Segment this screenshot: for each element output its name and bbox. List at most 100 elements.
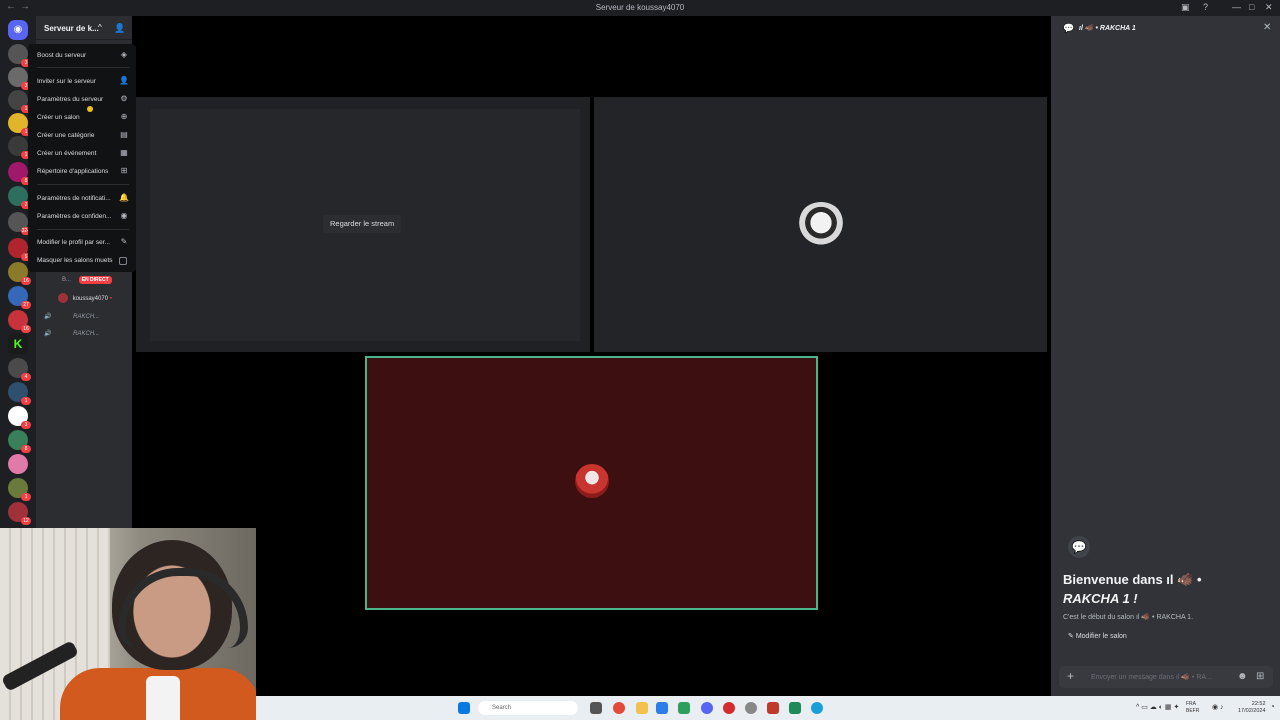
menu-item-boost[interactable]: Boost du serveur ◈ <box>37 49 129 63</box>
notification-icon[interactable]: ◔ <box>1270 702 1275 711</box>
server-header[interactable]: Serveur de k... ^ 👤 <box>36 16 132 40</box>
server-icon[interactable]: 1 <box>8 136 31 159</box>
mouse-cursor-icon <box>87 106 93 112</box>
taskbar-clock[interactable]: 22:52 17/02/2024 <box>1238 701 1266 715</box>
app-icon[interactable] <box>590 702 602 714</box>
menu-item-create-event[interactable]: Créer un événement ▦ <box>37 147 129 161</box>
close-chat-button[interactable]: ✕ <box>1263 22 1271 33</box>
tray-icons[interactable]: ^ ▭ ☁ ◐ ▦ ✦ <box>1136 703 1179 711</box>
menu-item-create-category[interactable]: Créer une catégorie ▤ <box>37 129 129 143</box>
taskbar-search[interactable]: Search <box>478 701 578 715</box>
menu-item-label: Créer un événement <box>37 150 97 157</box>
voice-user[interactable]: koussay4070 ▪ <box>58 293 112 303</box>
language-indicator[interactable]: FRA BEFR <box>1186 701 1199 715</box>
clock-date: 17/02/2024 <box>1238 708 1266 714</box>
menu-item-app-directory[interactable]: Répertoire d'applications ⊞ <box>37 165 129 179</box>
opera-icon[interactable] <box>723 702 735 714</box>
chrome-icon[interactable] <box>613 702 625 714</box>
plus-icon[interactable]: + <box>1067 669 1074 683</box>
menu-item-create-channel[interactable]: Créer un salon ⊕ <box>37 111 129 125</box>
server-icon[interactable]: 16 <box>8 262 31 285</box>
server-icon[interactable]: 3 <box>8 406 31 429</box>
network-sound-icons[interactable]: ◉ ♪ <box>1212 703 1224 711</box>
menu-item-label: Créer un salon <box>37 114 80 121</box>
server-icon[interactable]: 3 <box>8 67 31 90</box>
server-icon[interactable]: 3 <box>8 44 31 67</box>
avatar <box>58 293 68 303</box>
menu-item-server-settings[interactable]: Paramètres du serveur ⚙ <box>37 93 129 107</box>
unread-badge: 3 <box>21 421 31 429</box>
discord-home-icon[interactable]: ◉ <box>8 20 28 40</box>
message-input[interactable]: + Envoyer un message dans ıl 🐗 • RA... ☻… <box>1059 666 1273 688</box>
discord-icon[interactable] <box>701 702 713 714</box>
server-icon[interactable]: 1 <box>8 478 31 501</box>
voice-channel-name: RAKCH... <box>73 331 100 337</box>
server-icon[interactable] <box>8 454 28 474</box>
app-launcher-icon[interactable]: ⊞ <box>1256 671 1264 682</box>
server-icon[interactable]: 1 <box>8 113 31 136</box>
inbox-icon[interactable]: ▣ <box>1181 2 1190 13</box>
voice-channel-name: RAKCH... <box>73 314 100 320</box>
app-icon[interactable] <box>767 702 779 714</box>
watch-stream-button[interactable]: Regarder le stream <box>323 215 402 233</box>
voice-channel[interactable]: 🔊 RAKCH... <box>44 330 99 337</box>
menu-separator <box>37 67 129 68</box>
maximize-button[interactable]: □ <box>1249 2 1254 12</box>
voice-channel[interactable]: 🔊 RAKCH... <box>44 313 99 320</box>
close-window-button[interactable]: ✕ <box>1265 2 1273 13</box>
menu-item-label: Paramètres de confiden... <box>37 213 112 220</box>
app-icon[interactable] <box>789 702 801 714</box>
windows-start-icon[interactable] <box>458 702 470 714</box>
title-bar: ← → Serveur de koussay4070 ▣ ? — □ ✕ <box>0 0 1280 16</box>
emoji-icon[interactable]: ☻ <box>1237 671 1248 682</box>
unread-badge: 16 <box>21 325 31 333</box>
server-icon[interactable]: 5 <box>8 238 31 261</box>
menu-item-notification-settings[interactable]: Paramètres de notificati... 🔔 <box>37 192 129 206</box>
live-badge: EN DIRECT <box>78 276 112 284</box>
menu-separator <box>37 184 129 185</box>
unread-badge: 8 <box>21 445 31 453</box>
menu-item-label: Paramètres de notificati... <box>37 195 111 202</box>
windows-taskbar: Search ^ ▭ ☁ ◐ ▦ ✦ FRA BEFR ◉ ♪ 22:52 17… <box>256 696 1280 720</box>
menu-item-privacy-settings[interactable]: Paramètres de confiden... ◉ <box>37 210 129 224</box>
voice-user[interactable]: B... EN DIRECT <box>62 276 112 284</box>
server-icon[interactable]: 12 <box>8 502 31 525</box>
server-icon[interactable]: 16 <box>8 310 31 333</box>
server-icon[interactable]: 4 <box>8 358 31 381</box>
window-title: Serveur de koussay4070 <box>595 3 685 12</box>
help-icon[interactable]: ? <box>1203 2 1208 12</box>
server-icon[interactable]: 2 <box>8 186 31 209</box>
server-icon[interactable]: 1 <box>8 382 31 405</box>
calendar-plus-icon: ▦ <box>120 148 128 157</box>
edit-channel-label: Modifier le salon <box>1075 633 1127 640</box>
kick-server-icon[interactable]: K <box>8 334 28 354</box>
app-icon[interactable] <box>678 702 690 714</box>
minimize-button[interactable]: — <box>1232 2 1241 12</box>
server-icon[interactable]: 27 <box>8 286 31 309</box>
edit-channel-button[interactable]: ✎ Modifier le salon <box>1068 632 1127 640</box>
unread-badge: 4 <box>21 373 31 381</box>
checkbox-icon[interactable] <box>119 257 127 265</box>
server-icon[interactable]: 8 <box>8 162 31 185</box>
menu-item-label: Répertoire d'applications <box>37 168 109 175</box>
voice-user-name: B... <box>62 277 72 283</box>
add-member-icon[interactable]: 👤 <box>114 23 125 34</box>
server-icon[interactable]: 324 <box>8 212 31 235</box>
gear-icon: ⚙ <box>120 94 128 103</box>
settings-icon[interactable] <box>745 702 757 714</box>
server-name: Serveur de k... <box>44 24 99 33</box>
menu-item-invite[interactable]: Inviter sur le serveur 👤 <box>37 75 129 89</box>
unread-badge: 27 <box>21 301 31 309</box>
menu-item-hide-muted-channels[interactable]: Masquer les salons muets <box>37 254 129 268</box>
menu-item-edit-server-profile[interactable]: Modifier le profil par ser... ✎ <box>37 236 129 250</box>
edge-icon[interactable] <box>811 702 823 714</box>
file-explorer-icon[interactable] <box>636 702 648 714</box>
menu-item-label: Créer une catégorie <box>37 132 95 139</box>
app-icon[interactable] <box>656 702 668 714</box>
pencil-icon: ✎ <box>1068 633 1074 640</box>
chat-bubble-icon: 💬 <box>1063 23 1075 33</box>
welcome-prefix: Bienvenue dans ıl 🐗 • <box>1063 572 1202 587</box>
server-icon[interactable]: 1 <box>8 90 31 113</box>
shield-icon: ◉ <box>120 211 128 220</box>
server-icon[interactable]: 8 <box>8 430 31 453</box>
